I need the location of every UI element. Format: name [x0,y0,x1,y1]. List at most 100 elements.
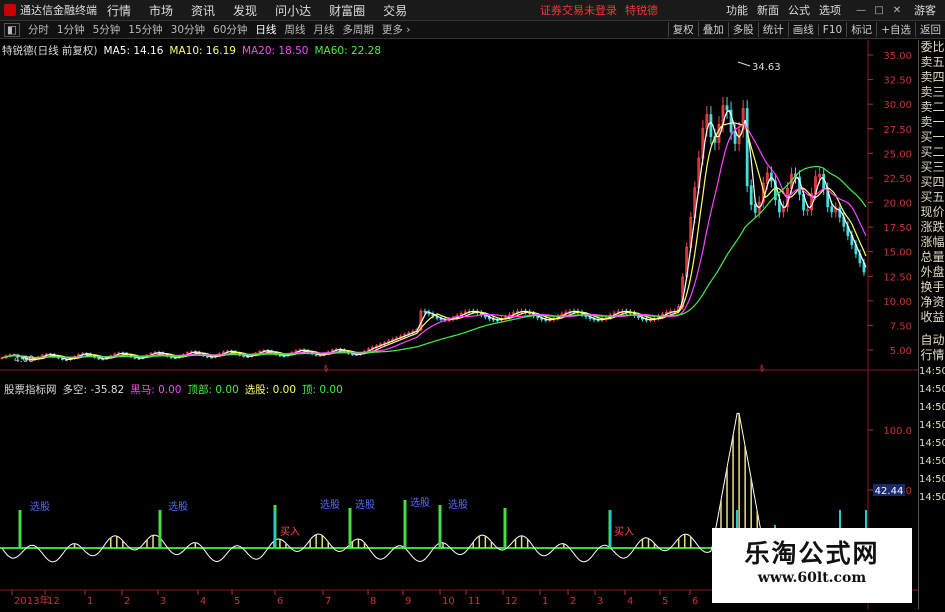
period-tab-fenshi[interactable]: 分时 [28,22,49,37]
menu-item-zixun[interactable]: 资讯 [191,2,215,19]
legend-ma20: MA20: 18.50 [241,44,309,57]
maximize-icon[interactable]: □ [872,4,886,16]
tongji-button[interactable]: 统计 [757,22,788,37]
menu-item-faxian[interactable]: 发现 [233,2,257,19]
legend-dingbu: 顶部: 0.00 [187,384,239,396]
period-tab-multi[interactable]: 多周期 [342,22,374,37]
price-tick-label: 15.00 [883,248,912,259]
tick-time-1: 行情 [920,348,945,362]
quote-field-1[interactable]: 卖五 [919,55,945,70]
f10-button[interactable]: F10 [817,23,846,36]
price-tick-label: 12.50 [883,272,912,283]
quote-field-17[interactable]: 净资 [919,295,945,310]
quote-field-7[interactable]: 买二 [919,145,945,160]
quote-field-6[interactable]: 买一 [919,130,945,145]
date-tick-label: 1 [542,596,548,607]
biaoji-button[interactable]: 标记 [846,22,876,37]
quote-field-14[interactable]: 总量 [919,250,945,265]
legend-ma10: MA10: 16.19 [169,44,236,57]
date-tick-label: 3 [597,596,603,607]
signal-label-xuangu: 选股 [320,498,340,511]
zixuan-button[interactable]: +自选 [876,22,915,37]
quote-field-15[interactable]: 外盘 [919,265,945,280]
price-tick-label: 20.00 [883,199,912,210]
period-tab-15min[interactable]: 15分钟 [128,22,162,37]
main-legend: 特锐德(日线 前复权) MA5: 14.16 MA10: 16.19 MA20:… [2,43,387,58]
quote-field-3[interactable]: 卖三 [919,85,945,100]
main-price-panel: 34.63 4.00 § § [0,61,867,373]
quote-field-5[interactable]: 卖一 [919,115,945,130]
signal-label-mairu: 买入 [614,526,634,538]
date-tick-label: 4 [200,596,206,607]
tick-time-6: 14:50 [919,438,945,449]
chart-area[interactable]: 34.63 4.00 § § 选股 选股 选股 选股 选股 选股 买入 买入 35.00 32.50 3… [0,40,918,609]
quote-field-4[interactable]: 卖二 [919,100,945,115]
kline-candle [423,310,427,313]
signal-label-xuangu: 选股 [355,498,375,511]
menu-item-xuanxiang[interactable]: 选项 [819,2,841,18]
period-tab-5min[interactable]: 5分钟 [93,22,121,37]
menu-item-shichang[interactable]: 市场 [149,2,173,19]
menu-item-gongshi[interactable]: 公式 [788,2,810,18]
date-tick-label: 6 [692,596,698,607]
quote-field-11[interactable]: 现价 [919,205,945,220]
period-tab-30min[interactable]: 30分钟 [171,22,205,37]
more-label: 更多 [381,24,403,36]
period-tab-weekly[interactable]: 周线 [284,22,305,37]
quote-field-10[interactable]: 买五 [919,190,945,205]
fanhui-button[interactable]: 返回 [915,22,945,37]
duogu-button[interactable]: 多股 [727,22,758,37]
quote-field-0[interactable]: 委比 [919,40,945,55]
date-tick-label: 5 [662,596,668,607]
signal-label-xuangu: 选股 [30,500,50,513]
date-tick-label: 7 [325,596,331,607]
price-tick-label: 25.00 [883,149,912,160]
low-price-label: 4.00 [14,355,34,365]
period-tab-monthly[interactable]: 月线 [313,22,334,37]
diejia-button[interactable]: 叠加 [697,22,728,37]
menu-item-hangqing[interactable]: 行情 [107,2,131,19]
price-tick-label: 5.00 [890,346,912,357]
price-tick-label: 17.50 [883,223,912,234]
watermark-box: 乐淘公式网 www.60lt.com [712,528,912,603]
user-label[interactable]: 游客 [914,2,936,18]
sub-axis-marker: 42.44 [875,486,904,497]
period-tab-more[interactable]: 更多 › [382,22,411,37]
fuquan-button[interactable]: 复权 [667,22,698,37]
tick-time-8: 14:50 [919,474,945,485]
date-tick-label: 12 [47,596,60,607]
event-marker-icon: § [760,364,764,373]
close-icon[interactable]: ✕ [890,4,904,16]
quote-field-8[interactable]: 买三 [919,160,945,175]
period-tab-60min[interactable]: 60分钟 [213,22,247,37]
quote-field-16[interactable]: 换手 [919,280,945,295]
menu-item-gongneng[interactable]: 功能 [726,2,748,18]
chart-axes: 35.0032.5030.0027.5025.0022.5020.0017.50… [11,51,912,607]
huaxian-button[interactable]: 画线 [787,22,818,37]
signal-label-xuangu: 选股 [410,496,430,509]
kline-chart[interactable]: 34.634.00§ § 选股 选股 选股 选股 选股 选股买入 买入 35.0032.503… [0,40,918,609]
quote-field-13[interactable]: 涨幅 [919,235,945,250]
legend-ding: 顶: 0.00 [302,384,343,396]
login-warning[interactable]: 证券交易未登录 [540,2,617,18]
panel-toggle-icon[interactable]: ◧ [4,22,20,37]
menu-item-xinmian[interactable]: 新面 [757,2,779,18]
quote-field-18[interactable]: 收益 [919,310,945,325]
sub-legend-title: 股票指标网 [4,384,57,396]
price-tick-label: 32.50 [883,76,912,87]
period-tab-1min[interactable]: 1分钟 [57,22,85,37]
period-tab-daily[interactable]: 日线 [255,22,276,37]
menu-item-jiaoyi[interactable]: 交易 [383,2,407,19]
quote-field-12[interactable]: 涨跌 [919,220,945,235]
menu-item-caifuquan[interactable]: 财富圈 [329,2,365,19]
signal-label-xuangu: 选股 [448,498,468,511]
legend-duokong: 多空: -35.82 [62,384,125,396]
menu-item-wenxiaoda[interactable]: 问小达 [275,2,311,19]
quote-field-9[interactable]: 买四 [919,175,945,190]
minimize-icon[interactable]: — [854,4,868,16]
quote-field-2[interactable]: 卖四 [919,70,945,85]
signal-label-mairu: 买入 [280,526,300,538]
watermark-url: www.60lt.com [757,570,867,586]
quote-fields: 委比 卖五 卖四 卖三 卖二 卖一 买一 买二 买三 买四 买五 现价 涨跌 涨幅 总量 外盘 换手 净资 收益 自动… [919,40,945,507]
